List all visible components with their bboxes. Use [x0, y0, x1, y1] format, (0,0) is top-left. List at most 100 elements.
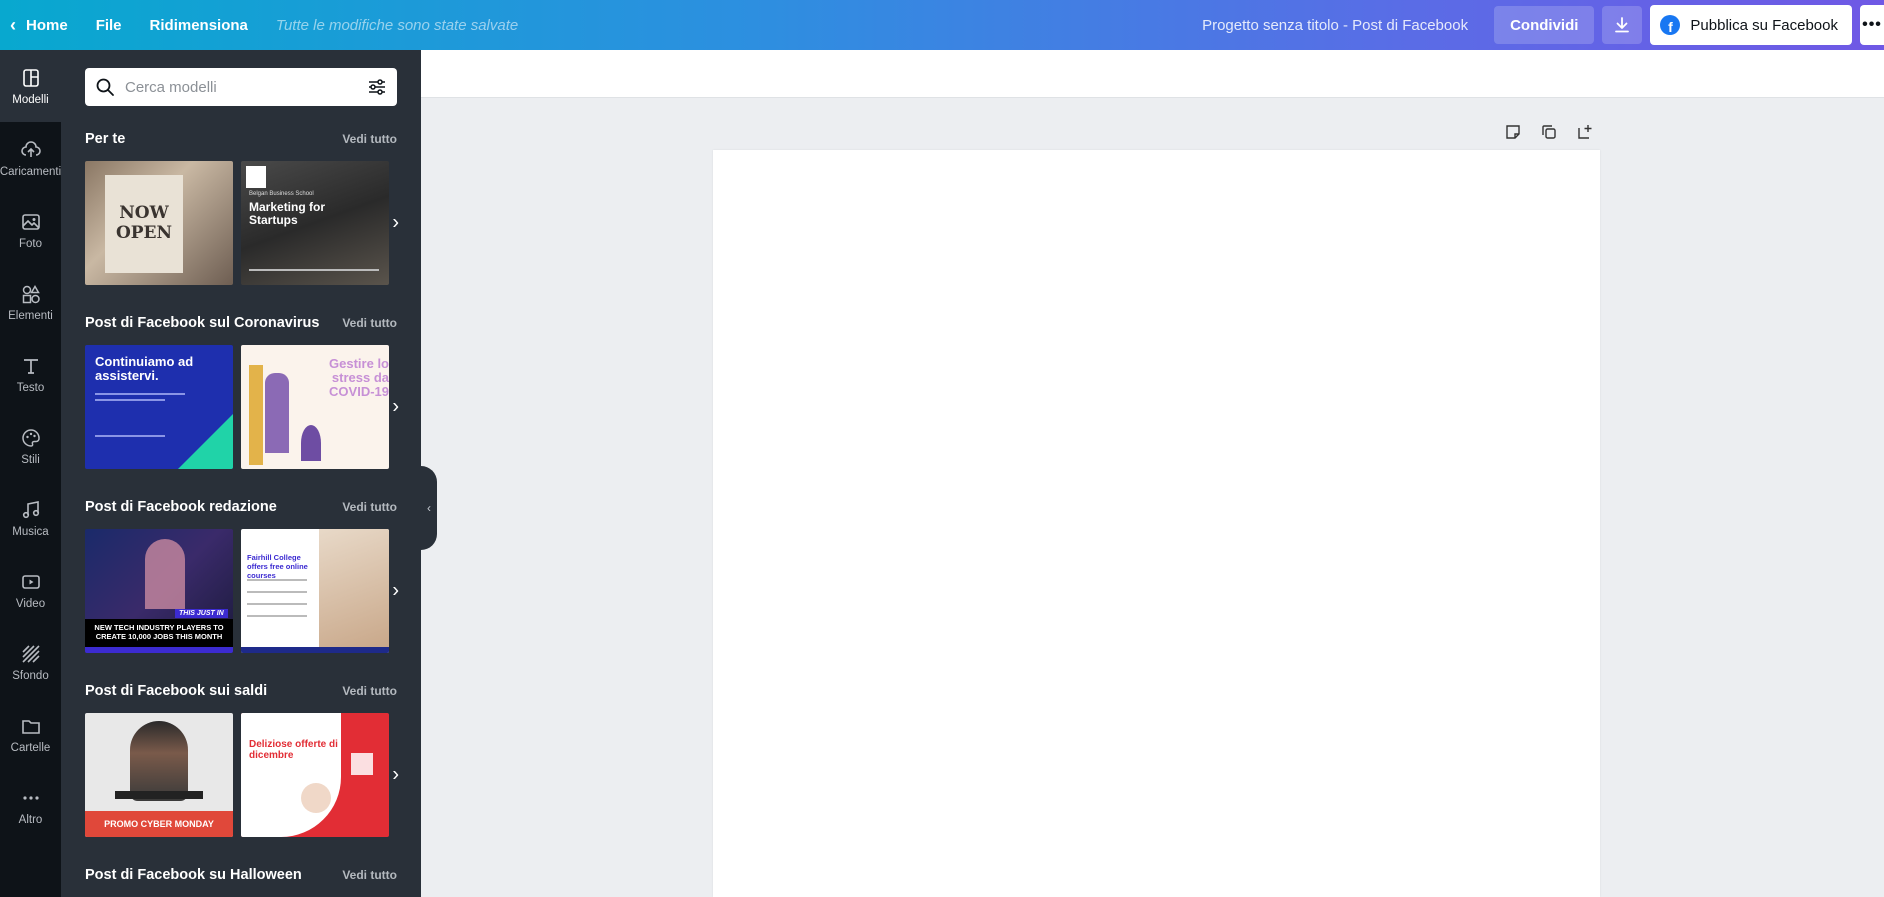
section-coronavirus: Post di Facebook sul Coronavirus Vedi tu…: [85, 313, 399, 469]
template-now-open[interactable]: NOW OPEN: [85, 161, 233, 285]
rail-label: Modelli: [12, 93, 49, 106]
rail-label: Foto: [18, 237, 42, 250]
photo-icon: [21, 213, 40, 230]
filter-icon[interactable]: [367, 77, 387, 97]
covid-text: Gestire lo stress da COVID-19: [329, 356, 389, 399]
chevron-left-icon: ‹: [10, 14, 16, 35]
rail-item-background[interactable]: Sfondo: [0, 626, 61, 698]
template-cyber-monday[interactable]: PROMO CYBER MONDAY: [85, 713, 233, 837]
section-sales: Post di Facebook sui saldi Vedi tutto PR…: [85, 681, 399, 837]
add-page-icon[interactable]: [1575, 122, 1595, 142]
share-button[interactable]: Condividi: [1494, 6, 1595, 44]
download-icon: [1615, 17, 1630, 33]
rail-label: Musica: [12, 525, 49, 538]
app-window: ‹ Home File Ridimensiona Tutte le modifi…: [0, 0, 1884, 897]
rail-label: Altro: [18, 813, 43, 826]
more-icon: [22, 795, 39, 800]
more-options-button[interactable]: •••: [1860, 5, 1884, 45]
top-bar: ‹ Home File Ridimensiona Tutte le modifi…: [0, 0, 1884, 50]
styles-icon: [21, 428, 40, 447]
resize-menu[interactable]: Ridimensiona: [136, 0, 262, 50]
section-title: Post di Facebook redazione: [85, 499, 277, 515]
rail-item-more[interactable]: Altro: [0, 770, 61, 842]
rail-label: Testo: [16, 381, 45, 394]
text-icon: [23, 358, 38, 374]
rail-label: Cartelle: [10, 741, 51, 754]
rail-item-elements[interactable]: Elementi: [0, 266, 61, 338]
see-all-link[interactable]: Vedi tutto: [342, 868, 397, 882]
rail-item-music[interactable]: Musica: [0, 482, 61, 554]
rail-item-folders[interactable]: Cartelle: [0, 698, 61, 770]
now-open-text: NOW OPEN: [115, 203, 173, 243]
section-for-you: Per te Vedi tutto NOW OPEN Belgan Busine…: [85, 129, 399, 285]
rail-label: Stili: [21, 453, 40, 466]
collapse-panel-button[interactable]: ‹: [421, 466, 437, 550]
search-icon: [96, 78, 114, 96]
download-button[interactable]: [1602, 6, 1643, 44]
rail-item-styles[interactable]: Stili: [0, 410, 61, 482]
add-note-icon[interactable]: [1503, 122, 1523, 142]
search-box: [85, 68, 397, 106]
chevron-right-icon[interactable]: ›: [392, 580, 399, 603]
elements-icon: [22, 284, 40, 303]
see-all-link[interactable]: Vedi tutto: [342, 684, 397, 698]
cyber-text: PROMO CYBER MONDAY: [104, 819, 214, 829]
design-canvas[interactable]: [713, 150, 1600, 897]
see-all-link[interactable]: Vedi tutto: [342, 500, 397, 514]
rail-item-templates[interactable]: Modelli: [0, 50, 61, 122]
publish-label: Pubblica su Facebook: [1690, 16, 1838, 34]
section-title: Post di Facebook sul Coronavirus: [85, 315, 320, 331]
see-all-link[interactable]: Vedi tutto: [342, 316, 397, 330]
rail-label: Sfondo: [12, 669, 49, 682]
video-icon: [21, 574, 40, 589]
home-button[interactable]: ‹ Home: [0, 0, 82, 50]
side-rail: Modelli Caricamenti Foto Elementi Testo …: [0, 50, 61, 897]
music-icon: [22, 500, 39, 518]
template-continuiamo[interactable]: Continuiamo ad assistervi.: [85, 345, 233, 469]
search-input[interactable]: [125, 78, 367, 96]
dicembre-text: Deliziose offerte di dicembre: [249, 739, 338, 761]
section-title: Post di Facebook su Halloween: [85, 867, 302, 883]
template-marketing-startups[interactable]: Belgan Business School Marketing for Sta…: [241, 161, 389, 285]
template-tech-news[interactable]: THIS JUST IN NEW TECH INDUSTRY PLAYERS T…: [85, 529, 233, 653]
duplicate-page-icon[interactable]: [1539, 122, 1559, 142]
folder-icon: [21, 719, 40, 734]
file-menu[interactable]: File: [82, 0, 136, 50]
section-halloween: Post di Facebook su Halloween Vedi tutto: [85, 865, 397, 885]
templates-panel: Per te Vedi tutto NOW OPEN Belgan Busine…: [61, 50, 421, 897]
facebook-icon: f: [1660, 15, 1681, 35]
page-tools: [1503, 122, 1595, 142]
chevron-right-icon[interactable]: ›: [392, 764, 399, 787]
chevron-right-icon[interactable]: ›: [392, 396, 399, 419]
template-fairhill-college[interactable]: Fairhill College offers free online cour…: [241, 529, 389, 653]
template-covid-stress[interactable]: Gestire lo stress da COVID-19: [241, 345, 389, 469]
editor-toolbar: [421, 50, 1884, 98]
rail-label: Video: [15, 597, 46, 610]
rail-item-uploads[interactable]: Caricamenti: [0, 122, 61, 194]
background-icon: [21, 644, 40, 663]
section-editorial: Post di Facebook redazione Vedi tutto TH…: [85, 497, 399, 653]
tech-headline: NEW TECH INDUSTRY PLAYERS TO CREATE 10,0…: [94, 623, 224, 641]
template-december-deals[interactable]: Deliziose offerte di dicembre: [241, 713, 389, 837]
rail-label: Caricamenti: [0, 165, 61, 178]
section-title: Per te: [85, 131, 126, 147]
section-title: Post di Facebook sui saldi: [85, 683, 268, 699]
rail-label: Elementi: [8, 309, 53, 322]
see-all-link[interactable]: Vedi tutto: [342, 132, 397, 146]
school-text: Belgan Business School: [249, 191, 314, 197]
just-in-text: THIS JUST IN: [175, 609, 228, 618]
chevron-left-icon: ‹: [427, 501, 431, 515]
home-label: Home: [26, 16, 68, 34]
publish-facebook-button[interactable]: f Pubblica su Facebook: [1650, 5, 1852, 45]
templates-icon: [22, 68, 39, 87]
rail-item-photos[interactable]: Foto: [0, 194, 61, 266]
upload-icon: [20, 140, 41, 157]
save-status: Tutte le modifiche sono state salvate: [275, 16, 519, 34]
project-title[interactable]: Progetto senza titolo - Post di Facebook: [1202, 17, 1468, 34]
marketing-text: Marketing for Startups: [249, 200, 326, 227]
fairhill-text: Fairhill College offers free online cour…: [247, 553, 308, 580]
rail-item-video[interactable]: Video: [0, 554, 61, 626]
continuiamo-text: Continuiamo ad assistervi.: [95, 354, 194, 383]
chevron-right-icon[interactable]: ›: [392, 212, 399, 235]
rail-item-text[interactable]: Testo: [0, 338, 61, 410]
